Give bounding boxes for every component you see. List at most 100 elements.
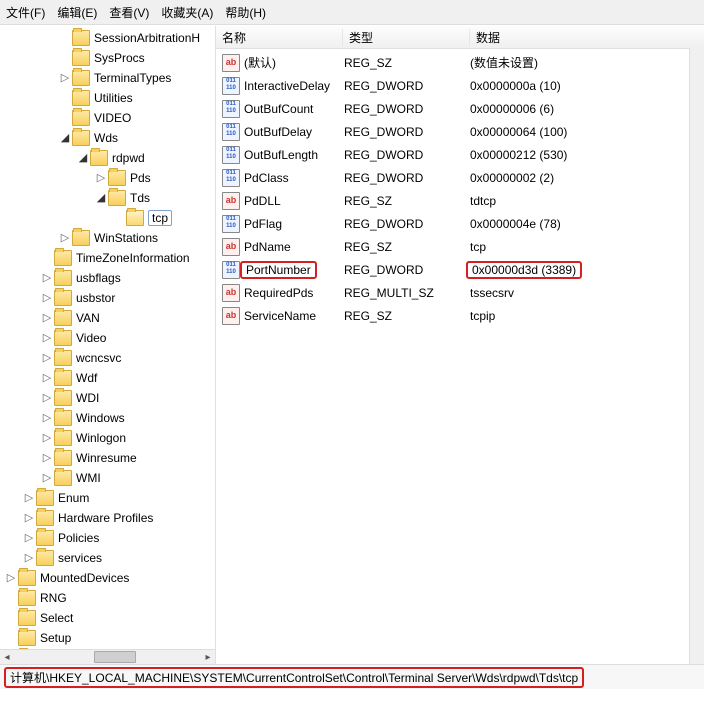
expand-icon[interactable] [40, 311, 54, 325]
expand-icon[interactable] [58, 71, 72, 85]
tree-item[interactable]: Video [0, 328, 215, 348]
list-row[interactable]: abServiceNameREG_SZtcpip [216, 304, 704, 327]
folder-icon [54, 310, 72, 326]
tree-item[interactable]: Pds [0, 168, 215, 188]
list-row[interactable]: 011 110PdClassREG_DWORD0x00000002 (2) [216, 166, 704, 189]
value-name: InteractiveDelay [244, 79, 338, 93]
list-vertical-scrollbar[interactable] [689, 48, 704, 664]
tree-item[interactable]: tcp [0, 208, 215, 228]
value-type: REG_DWORD [338, 217, 464, 231]
value-name: RequiredPds [244, 286, 338, 300]
expand-icon[interactable] [22, 551, 36, 565]
tree-item[interactable]: Winlogon [0, 428, 215, 448]
list-row[interactable]: 011 110InteractiveDelayREG_DWORD0x000000… [216, 74, 704, 97]
tree-item[interactable]: RNG [0, 588, 215, 608]
tree-item[interactable]: VIDEO [0, 108, 215, 128]
value-type: REG_DWORD [338, 263, 464, 277]
expand-icon[interactable] [94, 171, 108, 185]
column-header-type[interactable]: 类型 [343, 29, 470, 46]
value-name: PdName [244, 240, 338, 254]
expand-icon[interactable] [22, 491, 36, 505]
tree-item[interactable]: TimeZoneInformation [0, 248, 215, 268]
folder-icon [54, 450, 72, 466]
string-value-icon: ab [222, 284, 240, 302]
collapse-icon[interactable] [58, 131, 72, 145]
list-row[interactable]: ab(默认)REG_SZ(数值未设置) [216, 51, 704, 74]
expand-icon[interactable] [40, 431, 54, 445]
folder-icon [36, 510, 54, 526]
menu-help[interactable]: 帮助(H) [225, 4, 266, 21]
tree-item[interactable]: rdpwd [0, 148, 215, 168]
tree-item[interactable]: Tds [0, 188, 215, 208]
tree-item[interactable]: Wdf [0, 368, 215, 388]
column-header-name[interactable]: 名称 [216, 29, 343, 46]
list-row[interactable]: abPdDLLREG_SZtdtcp [216, 189, 704, 212]
tree-item[interactable]: Policies [0, 528, 215, 548]
scroll-right-icon[interactable]: ▸ [201, 650, 215, 664]
scroll-thumb[interactable] [94, 651, 136, 663]
binary-value-icon: 011 110 [222, 215, 240, 233]
expand-icon[interactable] [22, 511, 36, 525]
tree-item[interactable]: Setup [0, 628, 215, 648]
value-type: REG_DWORD [338, 171, 464, 185]
tree-item[interactable]: WDI [0, 388, 215, 408]
menu-bar: 文件(F) 编辑(E) 查看(V) 收藏夹(A) 帮助(H) [0, 0, 704, 25]
tree-item[interactable]: WMI [0, 468, 215, 488]
binary-value-icon: 011 110 [222, 261, 240, 279]
list-row[interactable]: 011 110OutBufLengthREG_DWORD0x00000212 (… [216, 143, 704, 166]
expand-icon[interactable] [40, 471, 54, 485]
expand-icon[interactable] [4, 571, 18, 585]
tree-horizontal-scrollbar[interactable]: ◂ ▸ [0, 649, 215, 664]
tree-item[interactable]: Utilities [0, 88, 215, 108]
tree-item[interactable]: Windows [0, 408, 215, 428]
tree-item[interactable]: VAN [0, 308, 215, 328]
tree-item[interactable]: wcncsvc [0, 348, 215, 368]
expand-icon[interactable] [22, 531, 36, 545]
tree-item[interactable]: usbstor [0, 288, 215, 308]
tree-item[interactable]: usbflags [0, 268, 215, 288]
menu-edit[interactable]: 编辑(E) [57, 4, 97, 21]
tree-item[interactable]: services [0, 548, 215, 568]
expand-icon[interactable] [40, 451, 54, 465]
value-data: tssecsrv [464, 286, 704, 300]
menu-favorites[interactable]: 收藏夹(A) [161, 4, 213, 21]
expand-icon[interactable] [40, 391, 54, 405]
folder-icon [36, 550, 54, 566]
folder-icon [18, 630, 36, 646]
expand-icon[interactable] [40, 291, 54, 305]
string-value-icon: ab [222, 238, 240, 256]
menu-view[interactable]: 查看(V) [109, 4, 149, 21]
column-header-data[interactable]: 数据 [470, 29, 704, 46]
list-row[interactable]: abPdNameREG_SZtcp [216, 235, 704, 258]
tree-item-label: Tds [130, 191, 150, 205]
value-name: (默认) [244, 54, 338, 71]
collapse-icon[interactable] [76, 151, 90, 165]
tree-item[interactable]: TerminalTypes [0, 68, 215, 88]
tree-item[interactable]: Enum [0, 488, 215, 508]
tree-item-label: usbflags [76, 271, 121, 285]
list-row[interactable]: 011 110PdFlagREG_DWORD0x0000004e (78) [216, 212, 704, 235]
expand-icon[interactable] [58, 231, 72, 245]
tree-item[interactable]: Winresume [0, 448, 215, 468]
expand-icon[interactable] [40, 331, 54, 345]
tree-item-label: RNG [40, 591, 67, 605]
expand-icon[interactable] [40, 351, 54, 365]
expand-icon[interactable] [40, 271, 54, 285]
tree-item[interactable]: SessionArbitrationH [0, 28, 215, 48]
tree-item[interactable]: WinStations [0, 228, 215, 248]
list-row[interactable]: 011 110OutBufDelayREG_DWORD0x00000064 (1… [216, 120, 704, 143]
list-row[interactable]: 011 110PortNumberREG_DWORD0x00000d3d (33… [216, 258, 704, 281]
expand-icon[interactable] [40, 411, 54, 425]
tree-item[interactable]: MountedDevices [0, 568, 215, 588]
tree-item[interactable]: SysProcs [0, 48, 215, 68]
tree-item[interactable]: Hardware Profiles [0, 508, 215, 528]
tree-item[interactable]: Wds [0, 128, 215, 148]
expand-icon[interactable] [40, 371, 54, 385]
collapse-icon[interactable] [94, 191, 108, 205]
scroll-left-icon[interactable]: ◂ [0, 650, 14, 664]
tree-item[interactable]: Select [0, 608, 215, 628]
folder-icon [54, 270, 72, 286]
menu-file[interactable]: 文件(F) [6, 4, 45, 21]
list-row[interactable]: 011 110OutBufCountREG_DWORD0x00000006 (6… [216, 97, 704, 120]
list-row[interactable]: abRequiredPdsREG_MULTI_SZtssecsrv [216, 281, 704, 304]
